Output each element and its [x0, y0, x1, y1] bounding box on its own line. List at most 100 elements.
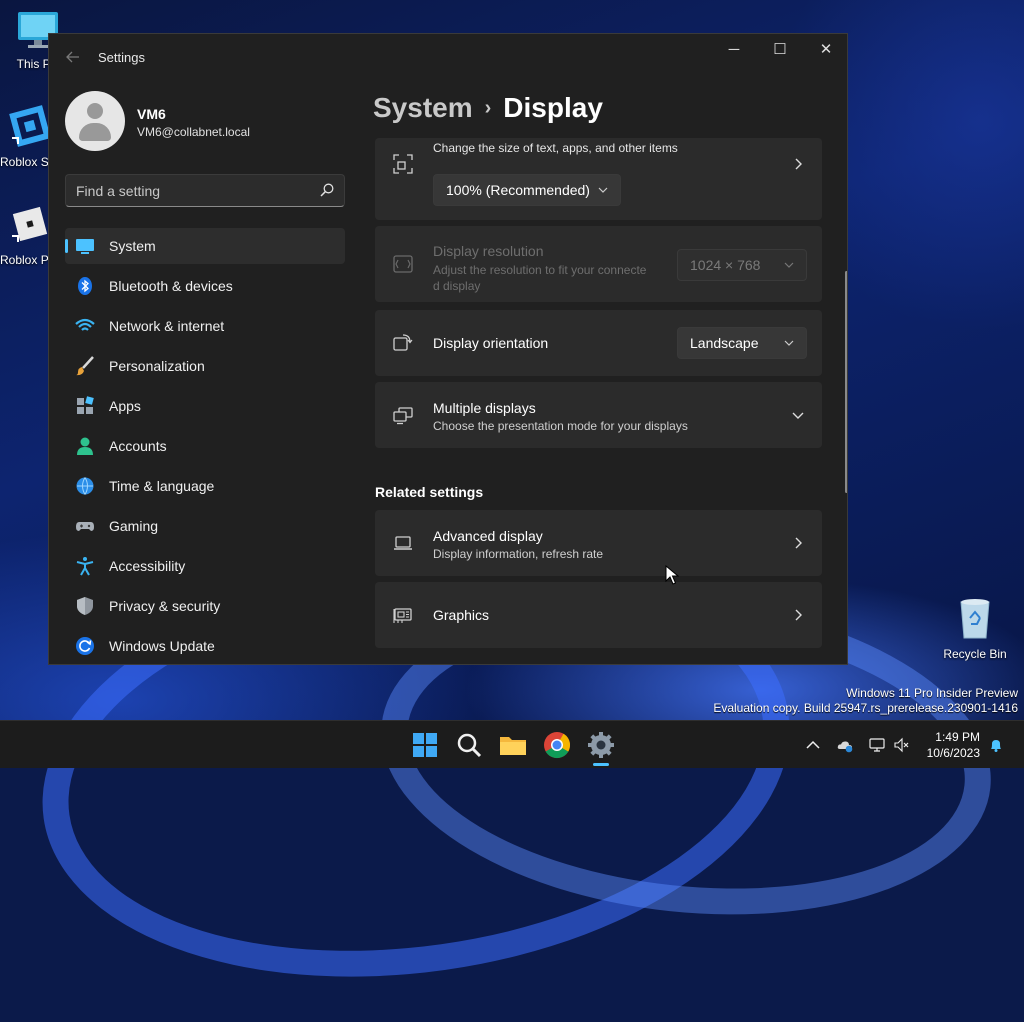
title-bar[interactable]: Settings ─ ☐ ✕: [49, 34, 847, 82]
orientation-card[interactable]: Display orientation Landscape: [375, 310, 822, 376]
person-icon: [77, 437, 93, 455]
chevron-right-icon[interactable]: [792, 537, 804, 549]
settings-content[interactable]: Change the size of text, apps, and other…: [375, 138, 824, 664]
resolution-card: Display resolution Adjust the resolution…: [375, 226, 822, 302]
sidebar-item-network[interactable]: Network & internet: [65, 308, 345, 344]
windows-watermark: Windows 11 Pro Insider Preview Evaluatio…: [713, 686, 1018, 716]
scale-dropdown[interactable]: 100% (Recommended): [433, 174, 621, 206]
settings-window: Settings ─ ☐ ✕ VM6 VM6@collabnet.local S…: [48, 33, 848, 665]
file-explorer-icon[interactable]: [497, 729, 529, 761]
sidebar-item-label: Personalization: [109, 358, 205, 374]
system-clock[interactable]: 1:49 PM 10/6/2023: [927, 729, 980, 761]
onedrive-icon[interactable]: [837, 737, 853, 753]
resolution-title: Display resolution: [433, 243, 544, 259]
graphics-card[interactable]: Graphics: [375, 582, 822, 648]
page-title: Display: [503, 92, 603, 123]
roblox-studio-icon: [9, 105, 51, 147]
chevron-right-icon[interactable]: [792, 158, 804, 170]
chevron-down-icon: [598, 187, 608, 193]
breadcrumb: System › Display: [373, 92, 603, 124]
chevron-down-icon: [784, 262, 794, 268]
scale-value: 100% (Recommended): [446, 182, 590, 198]
sidebar-item-personalization[interactable]: Personalization: [65, 348, 345, 384]
chevron-down-icon: [784, 340, 794, 346]
profile-email: VM6@collabnet.local: [137, 125, 250, 139]
sidebar-item-label: Network & internet: [109, 318, 225, 334]
notification-bell-icon[interactable]: [988, 737, 1004, 753]
sidebar-item-label: Accessibility: [109, 558, 186, 574]
recycle-bin-icon: [960, 599, 990, 639]
volume-muted-icon[interactable]: [893, 737, 909, 753]
close-button[interactable]: ✕: [803, 34, 847, 66]
sidebar-item-privacy[interactable]: Privacy & security: [65, 588, 345, 624]
sidebar-item-time-language[interactable]: Time & language: [65, 468, 345, 504]
clock-date: 10/6/2023: [926, 746, 980, 760]
watermark-edition: Windows 11 Pro Insider Preview: [846, 686, 1018, 700]
sidebar-item-windows-update[interactable]: Windows Update: [65, 628, 345, 664]
multiple-displays-card[interactable]: Multiple displays Choose the presentatio…: [375, 382, 822, 448]
chevron-right-icon[interactable]: [792, 609, 804, 621]
refresh-icon: [76, 637, 94, 655]
watermark-build: Evaluation copy. Build 25947.rs_prerelea…: [713, 701, 1018, 715]
back-button[interactable]: [63, 47, 83, 67]
sidebar-item-label: Accounts: [109, 438, 167, 454]
content-scrollbar[interactable]: [845, 271, 847, 493]
desktop-icon-label: Recycle Bin: [943, 647, 1007, 661]
desktop-icon-recycle-bin[interactable]: Recycle Bin: [940, 596, 1010, 661]
graphics-title: Graphics: [433, 607, 490, 623]
orientation-dropdown[interactable]: Landscape: [677, 327, 807, 359]
wifi-icon: [75, 318, 95, 331]
breadcrumb-separator: ›: [484, 97, 492, 119]
profile-name: VM6: [137, 106, 166, 122]
sidebar-item-bluetooth[interactable]: Bluetooth & devices: [65, 268, 345, 304]
window-title: Settings: [98, 50, 145, 65]
sidebar-item-apps[interactable]: Apps: [65, 388, 345, 424]
multiple-displays-icon: [393, 407, 413, 425]
chevron-down-icon[interactable]: [792, 409, 804, 421]
scale-card[interactable]: Change the size of text, apps, and other…: [375, 138, 822, 220]
mouse-cursor-icon: [665, 565, 679, 585]
bluetooth-icon: [78, 277, 92, 295]
sidebar-item-accounts[interactable]: Accounts: [65, 428, 345, 464]
sidebar-item-system[interactable]: System: [65, 228, 345, 264]
chrome-icon[interactable]: [541, 729, 573, 761]
scale-desc: Change the size of text, apps, and other…: [433, 141, 678, 155]
advanced-display-card[interactable]: Advanced display Display information, re…: [375, 510, 822, 576]
active-app-indicator: [593, 763, 609, 766]
search-box[interactable]: [65, 174, 345, 207]
avatar[interactable]: [65, 91, 125, 151]
multiple-displays-desc: Choose the presentation mode for your di…: [433, 419, 688, 433]
advanced-display-desc: Display information, refresh rate: [433, 547, 604, 561]
multiple-displays-title: Multiple displays: [433, 400, 536, 416]
arrow-left-icon: [66, 51, 79, 63]
roblox-player-icon: [12, 206, 48, 242]
sidebar-item-label: Apps: [109, 398, 141, 414]
scale-icon: [393, 154, 413, 174]
search-input[interactable]: [66, 175, 306, 206]
sidebar-item-label: System: [109, 238, 156, 254]
shield-icon: [77, 597, 93, 615]
chevron-up-icon[interactable]: [805, 737, 821, 753]
start-icon[interactable]: [409, 729, 441, 761]
sidebar-item-gaming[interactable]: Gaming: [65, 508, 345, 544]
resolution-icon: [393, 255, 413, 273]
avatar-head: [87, 103, 103, 119]
search-icon[interactable]: [453, 729, 485, 761]
orientation-icon: [393, 334, 413, 351]
settings-icon[interactable]: [585, 729, 617, 761]
sidebar-item-label: Windows Update: [109, 638, 215, 654]
resolution-desc-line2: d display: [433, 279, 481, 293]
apps-icon: [77, 396, 94, 414]
network-icon[interactable]: [869, 737, 885, 753]
breadcrumb-parent[interactable]: System: [373, 92, 473, 123]
sidebar-nav: System Bluetooth & devices Network & int…: [65, 228, 345, 664]
clock-time: 1:49 PM: [935, 730, 980, 744]
minimize-button[interactable]: ─: [711, 34, 757, 66]
search-icon[interactable]: [320, 183, 334, 197]
accessibility-icon: [76, 557, 94, 576]
resolution-value: 1024 × 768: [690, 257, 761, 273]
laptop-icon: [394, 536, 412, 550]
system-icon: [76, 239, 94, 254]
sidebar-item-accessibility[interactable]: Accessibility: [65, 548, 345, 584]
maximize-button[interactable]: ☐: [757, 34, 803, 66]
